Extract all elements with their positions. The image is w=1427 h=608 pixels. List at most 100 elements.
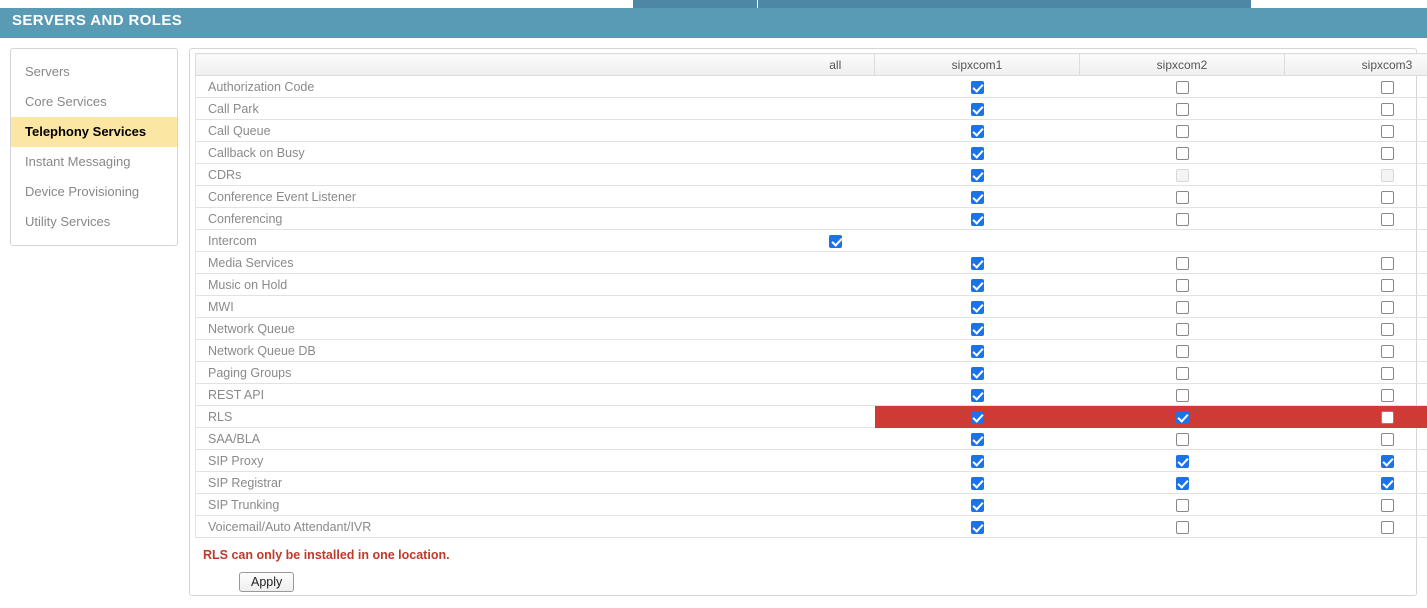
cell-sipxcom2[interactable] [1079, 405, 1285, 428]
checkbox-sipxcom1-checked[interactable] [970, 520, 984, 534]
cell-all[interactable] [796, 229, 875, 252]
checkbox-sipxcom2-unchecked[interactable] [1175, 498, 1189, 512]
cell-sipxcom2[interactable] [1079, 295, 1285, 318]
cell-sipxcom1[interactable] [874, 515, 1080, 538]
checkbox-sipxcom3-unchecked[interactable] [1380, 300, 1394, 314]
tab-strip-5[interactable] [1127, 0, 1251, 8]
checkbox-sipxcom2-unchecked[interactable] [1175, 432, 1189, 446]
cell-sipxcom1[interactable] [874, 163, 1080, 186]
checkbox-sipxcom3-unchecked[interactable] [1380, 212, 1394, 226]
cell-sipxcom2[interactable] [1079, 383, 1285, 406]
cell-sipxcom3[interactable] [1284, 273, 1427, 296]
checkbox-sipxcom1-checked[interactable] [970, 498, 984, 512]
cell-sipxcom1[interactable] [874, 295, 1080, 318]
cell-sipxcom3[interactable] [1284, 141, 1427, 164]
tab-strip-3[interactable] [881, 0, 1005, 8]
cell-sipxcom1[interactable] [874, 207, 1080, 230]
cell-sipxcom3[interactable] [1284, 317, 1427, 340]
checkbox-sipxcom3-unchecked[interactable] [1380, 102, 1394, 116]
cell-sipxcom1[interactable] [874, 339, 1080, 362]
cell-sipxcom3[interactable] [1284, 207, 1427, 230]
cell-sipxcom3[interactable] [1284, 295, 1427, 318]
cell-sipxcom1[interactable] [874, 185, 1080, 208]
checkbox-sipxcom2-unchecked[interactable] [1175, 278, 1189, 292]
checkbox-sipxcom3-unchecked[interactable] [1380, 278, 1394, 292]
cell-sipxcom1[interactable] [874, 141, 1080, 164]
checkbox-sipxcom3-unchecked[interactable] [1380, 190, 1394, 204]
cell-sipxcom3[interactable] [1284, 97, 1427, 120]
cell-sipxcom1[interactable] [874, 449, 1080, 472]
checkbox-sipxcom3-unchecked[interactable] [1380, 520, 1394, 534]
checkbox-sipxcom3-checked[interactable] [1380, 454, 1394, 468]
checkbox-sipxcom3-unchecked[interactable] [1380, 432, 1394, 446]
checkbox-sipxcom1-checked[interactable] [970, 322, 984, 336]
cell-sipxcom2[interactable] [1079, 515, 1285, 538]
checkbox-sipxcom2-unchecked[interactable] [1175, 80, 1189, 94]
checkbox-sipxcom1-checked[interactable] [970, 102, 984, 116]
cell-sipxcom3[interactable] [1284, 427, 1427, 450]
checkbox-sipxcom3-unchecked[interactable] [1380, 388, 1394, 402]
checkbox-sipxcom2-unchecked[interactable] [1175, 520, 1189, 534]
column-header-all[interactable]: all [796, 53, 875, 76]
checkbox-sipxcom2-unchecked[interactable] [1175, 190, 1189, 204]
checkbox-sipxcom2-unchecked[interactable] [1175, 322, 1189, 336]
cell-sipxcom3[interactable] [1284, 493, 1427, 516]
cell-sipxcom2[interactable] [1079, 119, 1285, 142]
cell-sipxcom3[interactable] [1284, 383, 1427, 406]
checkbox-sipxcom3-unchecked[interactable] [1380, 124, 1394, 138]
checkbox-sipxcom2-unchecked[interactable] [1175, 212, 1189, 226]
tab-strip-2[interactable] [758, 0, 882, 8]
checkbox-sipxcom1-checked[interactable] [970, 476, 984, 490]
checkbox-sipxcom2-checked[interactable] [1175, 476, 1189, 490]
cell-sipxcom2[interactable] [1079, 97, 1285, 120]
checkbox-sipxcom3-unchecked[interactable] [1380, 366, 1394, 380]
checkbox-sipxcom1-checked[interactable] [970, 146, 984, 160]
cell-sipxcom1[interactable] [874, 119, 1080, 142]
cell-sipxcom2[interactable] [1079, 75, 1285, 98]
checkbox-sipxcom1-checked[interactable] [970, 432, 984, 446]
checkbox-sipxcom2-unchecked[interactable] [1175, 124, 1189, 138]
checkbox-sipxcom3-unchecked[interactable] [1380, 344, 1394, 358]
checkbox-sipxcom2-unchecked[interactable] [1175, 146, 1189, 160]
checkbox-sipxcom3-unchecked[interactable] [1380, 498, 1394, 512]
sidebar-item-instant-messaging[interactable]: Instant Messaging [11, 147, 177, 177]
checkbox-all-checked[interactable] [829, 234, 842, 248]
checkbox-sipxcom1-checked[interactable] [970, 168, 984, 182]
cell-sipxcom3[interactable] [1284, 75, 1427, 98]
sidebar-item-utility-services[interactable]: Utility Services [11, 207, 177, 237]
checkbox-sipxcom3-checked[interactable] [1380, 476, 1394, 490]
sidebar-item-servers[interactable]: Servers [11, 57, 177, 87]
cell-sipxcom2[interactable] [1079, 207, 1285, 230]
cell-sipxcom1[interactable] [874, 75, 1080, 98]
checkbox-sipxcom1-checked[interactable] [970, 300, 984, 314]
cell-sipxcom1[interactable] [874, 405, 1080, 428]
checkbox-sipxcom1-checked[interactable] [970, 278, 984, 292]
cell-sipxcom2[interactable] [1079, 449, 1285, 472]
cell-sipxcom3[interactable] [1284, 185, 1427, 208]
cell-sipxcom2[interactable] [1079, 339, 1285, 362]
cell-sipxcom1[interactable] [874, 361, 1080, 384]
checkbox-sipxcom2-checked[interactable] [1175, 454, 1189, 468]
cell-sipxcom3[interactable] [1284, 449, 1427, 472]
checkbox-sipxcom3-unchecked[interactable] [1380, 322, 1394, 336]
cell-sipxcom2[interactable] [1079, 251, 1285, 274]
sidebar-item-device-provisioning[interactable]: Device Provisioning [11, 177, 177, 207]
cell-sipxcom1[interactable] [874, 273, 1080, 296]
apply-button[interactable]: Apply [239, 572, 295, 592]
cell-sipxcom3[interactable] [1284, 471, 1427, 494]
checkbox-sipxcom2-unchecked[interactable] [1175, 344, 1189, 358]
cell-sipxcom2[interactable] [1079, 427, 1285, 450]
checkbox-sipxcom1-checked[interactable] [970, 190, 984, 204]
checkbox-sipxcom1-checked[interactable] [970, 454, 984, 468]
cell-sipxcom1[interactable] [874, 471, 1080, 494]
cell-sipxcom3[interactable] [1284, 515, 1427, 538]
cell-sipxcom2[interactable] [1079, 493, 1285, 516]
cell-sipxcom3[interactable] [1284, 405, 1427, 428]
checkbox-sipxcom3-unchecked[interactable] [1380, 256, 1394, 270]
column-header-sipxcom1[interactable]: sipxcom1 [874, 53, 1080, 76]
tab-strip-1[interactable] [633, 0, 757, 8]
cell-sipxcom3[interactable] [1284, 361, 1427, 384]
checkbox-sipxcom1-checked[interactable] [970, 124, 984, 138]
column-header-sipxcom3[interactable]: sipxcom3 [1284, 53, 1427, 76]
checkbox-sipxcom1-checked[interactable] [970, 344, 984, 358]
